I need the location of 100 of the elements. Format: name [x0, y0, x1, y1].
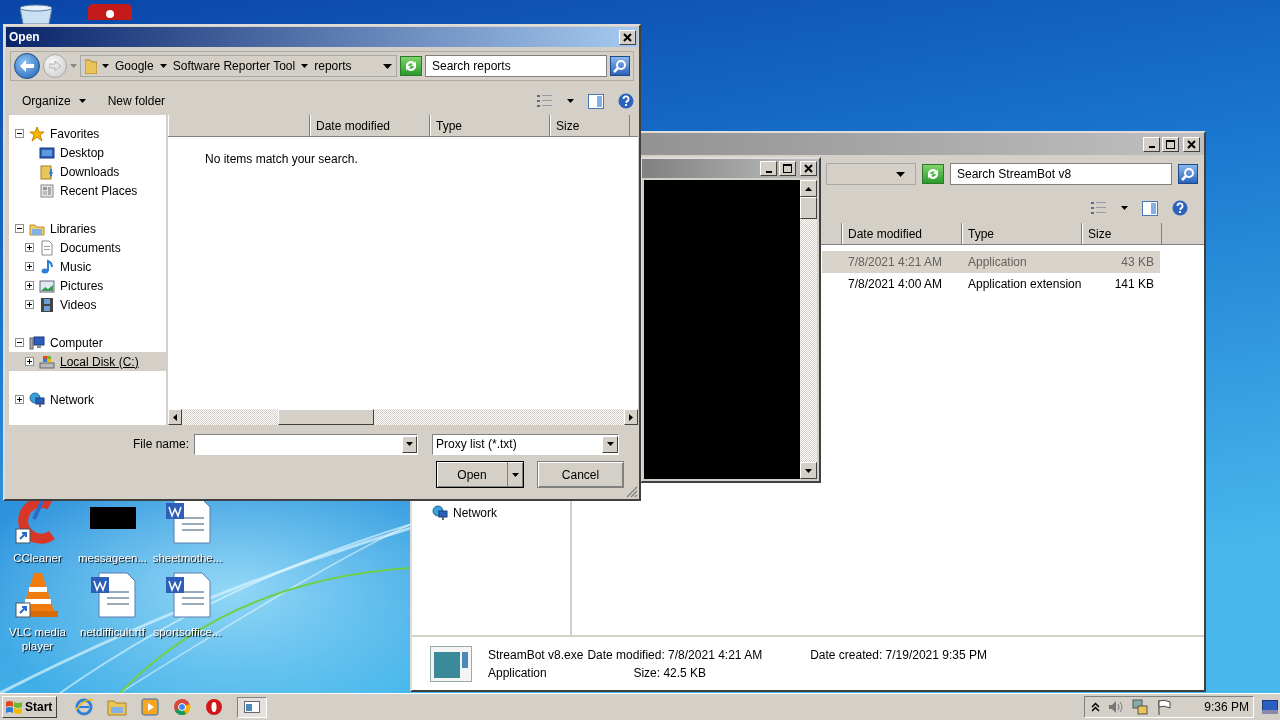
caret-icon[interactable]	[102, 64, 109, 68]
tree-toggle-icon[interactable]	[15, 395, 24, 404]
column-header[interactable]: Type	[962, 223, 1082, 244]
window-icon	[244, 701, 261, 713]
file-name-field[interactable]	[194, 433, 418, 455]
network-icon[interactable]	[1132, 699, 1149, 715]
menu-button[interactable]: Organize	[18, 92, 90, 110]
scroll-down-button[interactable]	[800, 462, 817, 479]
start-button[interactable]: Start	[2, 696, 58, 718]
minimize-button[interactable]	[760, 161, 777, 176]
close-button[interactable]	[1183, 136, 1200, 152]
tree-toggle-icon[interactable]	[15, 338, 24, 347]
open-button[interactable]: Open	[436, 461, 524, 488]
ring-icon[interactable]	[205, 698, 224, 716]
search-field[interactable]: Search reports	[425, 55, 607, 77]
tree-toggle-icon[interactable]	[15, 129, 24, 138]
caret-icon[interactable]	[567, 99, 574, 103]
tree-toggle-icon[interactable]	[25, 262, 34, 271]
maximize-button[interactable]	[1162, 136, 1179, 152]
tree-item[interactable]: Recent Places	[9, 181, 166, 200]
tree-item[interactable]: Pictures	[9, 276, 166, 295]
tree-item[interactable]: Favorites	[9, 124, 166, 143]
column-header[interactable]: Size	[550, 115, 630, 136]
scroll-left-button[interactable]	[168, 409, 182, 425]
tree-item[interactable]: Local Disk (C:)	[9, 352, 166, 371]
tree-toggle-icon[interactable]	[25, 300, 34, 309]
scroll-right-button[interactable]	[624, 409, 638, 425]
search-button[interactable]	[610, 56, 630, 76]
search-button[interactable]	[1178, 164, 1198, 184]
resize-grip-icon[interactable]	[626, 486, 638, 498]
tree-item[interactable]: Music	[9, 257, 166, 276]
star-icon	[29, 125, 45, 142]
horizontal-scrollbar[interactable]	[168, 409, 638, 425]
tree-item[interactable]: Downloads	[9, 162, 166, 181]
browser-icon[interactable]	[75, 698, 94, 716]
view-options-icon[interactable]	[1091, 201, 1107, 215]
file-row[interactable]: 7/8/2021 4:00 AM Application extension 141 KB	[822, 273, 1160, 295]
chevron-up-icon[interactable]	[1091, 702, 1101, 712]
search-icon	[613, 59, 627, 73]
tree-toggle-icon[interactable]	[25, 357, 34, 366]
column-header[interactable]: Size	[1082, 223, 1162, 244]
caret-icon[interactable]	[383, 63, 392, 69]
speaker-icon[interactable]	[1108, 699, 1125, 715]
back-button[interactable]	[14, 53, 40, 79]
refresh-button[interactable]	[400, 56, 422, 76]
toolbar-button[interactable]: New folder	[103, 92, 170, 110]
close-button[interactable]	[619, 29, 636, 45]
help-icon[interactable]	[618, 93, 634, 109]
search-field[interactable]: Search StreamBot v8	[950, 163, 1172, 185]
preview-pane-icon[interactable]	[588, 93, 604, 109]
view-options-icon[interactable]	[537, 94, 553, 108]
tree-item[interactable]: Network	[9, 390, 166, 409]
file-type-dropdown[interactable]: Proxy list (*.txt)	[432, 433, 619, 455]
column-header[interactable]: Date modified	[310, 115, 430, 136]
vertical-scrollbar[interactable]	[800, 180, 817, 479]
maximize-button[interactable]	[779, 161, 796, 176]
tree-item[interactable]: Videos	[9, 295, 166, 314]
column-header[interactable]: Date modified	[842, 223, 962, 244]
dropdown-button[interactable]	[402, 435, 417, 453]
maximize-icon	[781, 162, 794, 175]
close-button[interactable]	[800, 161, 817, 176]
address-bar[interactable]: Google Software Reporter Tool reports	[80, 55, 397, 77]
browser-icon[interactable]	[173, 698, 192, 716]
show-desktop-icon[interactable]	[1262, 700, 1278, 714]
preview-pane-icon[interactable]	[1142, 200, 1158, 216]
scroll-thumb[interactable]	[278, 409, 374, 425]
taskbar-button[interactable]	[237, 696, 268, 718]
tree-item[interactable]: Network	[432, 505, 497, 521]
tree-toggle-icon[interactable]	[25, 281, 34, 290]
column-header[interactable]: Type	[430, 115, 550, 136]
media-player-icon[interactable]	[141, 698, 160, 716]
caret-icon[interactable]	[896, 171, 905, 177]
caret-icon[interactable]	[301, 64, 309, 68]
help-icon[interactable]	[1172, 200, 1188, 216]
scroll-up-button[interactable]	[800, 180, 817, 197]
tree-item[interactable]: Libraries	[9, 219, 166, 238]
document-icon	[39, 239, 55, 256]
tree-toggle-icon[interactable]	[15, 224, 24, 233]
caret-icon[interactable]	[159, 64, 167, 68]
breadcrumb-item[interactable]: reports	[313, 59, 353, 73]
tree-toggle-icon[interactable]	[25, 243, 34, 252]
recycle-bin-icon	[18, 4, 54, 24]
flag-icon[interactable]	[1156, 699, 1173, 715]
clock[interactable]: 9:36 PM	[1204, 700, 1249, 714]
windows-logo-icon	[5, 699, 23, 715]
dropdown-button[interactable]	[602, 435, 618, 453]
caret-icon[interactable]	[1121, 206, 1128, 210]
minimize-button[interactable]	[1143, 136, 1160, 152]
icon-label: sheetmothe...	[151, 551, 224, 565]
breadcrumb-item[interactable]: Software Reporter Tool	[171, 59, 297, 73]
tree-item[interactable]: Desktop	[9, 143, 166, 162]
monitor-icon	[39, 144, 55, 161]
close-icon	[802, 162, 815, 175]
cancel-button[interactable]: Cancel	[537, 461, 624, 488]
scroll-thumb[interactable]	[800, 197, 817, 219]
tree-item[interactable]: Computer	[9, 333, 166, 352]
tree-item[interactable]: Documents	[9, 238, 166, 257]
breadcrumb-item[interactable]: Google	[114, 59, 155, 73]
file-row[interactable]: 7/8/2021 4:21 AM Application 43 KB	[822, 251, 1160, 273]
refresh-button[interactable]	[922, 164, 944, 184]
